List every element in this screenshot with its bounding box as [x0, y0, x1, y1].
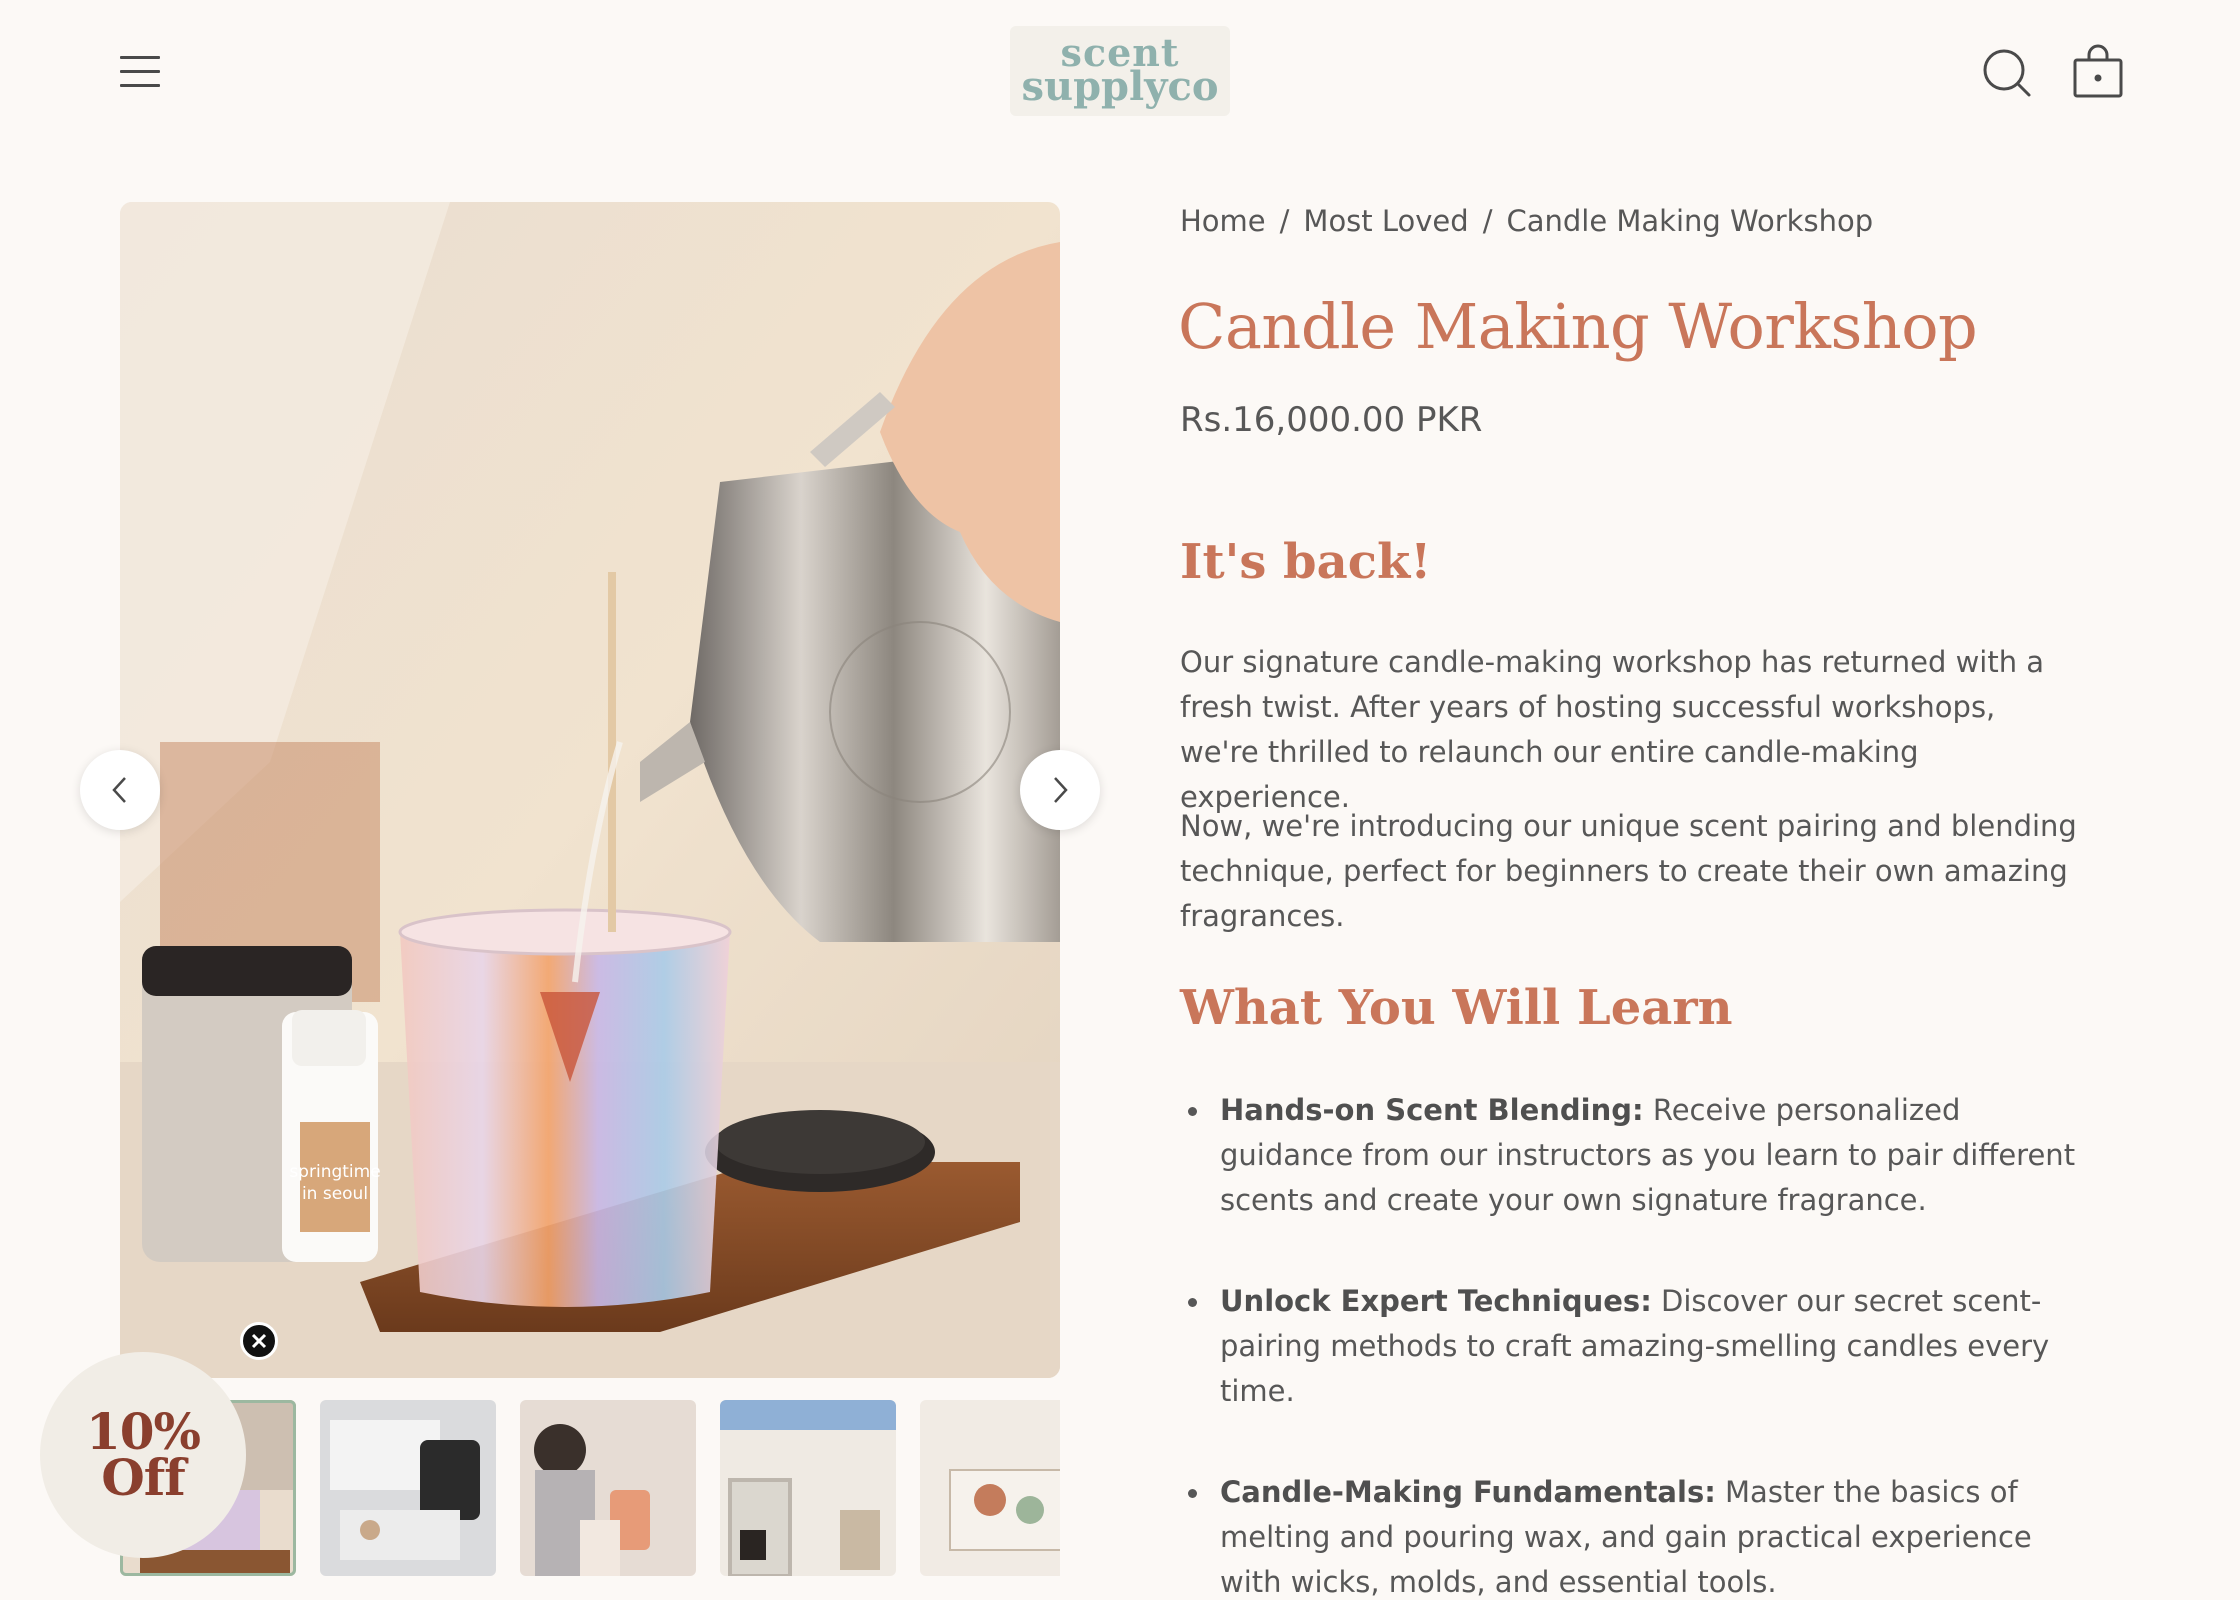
- description-paragraph-1: Our signature candle-making workshop has…: [1180, 645, 2045, 814]
- thumbnail-4[interactable]: [720, 1400, 896, 1576]
- search-icon[interactable]: [1982, 48, 2032, 98]
- bottle-label-2: in seoul: [302, 1184, 368, 1204]
- close-icon: [251, 1333, 267, 1349]
- bottle-label-1: springtime: [289, 1162, 380, 1182]
- hamburger-menu-icon[interactable]: [118, 54, 162, 90]
- breadcrumb-separator: /: [1482, 204, 1493, 238]
- gallery-prev-button[interactable]: [80, 750, 160, 830]
- promo-line-2: Off: [101, 1448, 186, 1507]
- breadcrumb-home[interactable]: Home: [1180, 204, 1266, 238]
- product-price: Rs.16,000.00 PKR: [1180, 400, 1483, 440]
- thumbnail-5[interactable]: [920, 1400, 1060, 1576]
- thumbnail-2[interactable]: [320, 1400, 496, 1576]
- chevron-right-icon: [1054, 777, 1068, 803]
- discount-promo-badge[interactable]: 10% Off: [40, 1352, 246, 1558]
- breadcrumb: Home / Most Loved / Candle Making Workshop: [1180, 204, 1873, 238]
- description-paragraph-2: Now, we're introducing our unique scent …: [1180, 809, 2077, 933]
- list-item-title: Unlock Expert Techniques:: [1220, 1284, 1652, 1318]
- list-item-title: Hands-on Scent Blending:: [1220, 1093, 1644, 1127]
- promo-close-button[interactable]: [240, 1322, 278, 1360]
- list-item-title: Candle-Making Fundamentals:: [1220, 1475, 1716, 1509]
- breadcrumb-most-loved[interactable]: Most Loved: [1303, 204, 1468, 238]
- list-item: Hands-on Scent Blending: Receive persona…: [1180, 1088, 2100, 1223]
- thumbnail-3[interactable]: [520, 1400, 696, 1576]
- site-logo[interactable]: scent supplyco: [1010, 26, 1230, 116]
- chevron-left-icon: [112, 777, 126, 803]
- section-heading-its-back: It's back!: [1180, 534, 1432, 590]
- product-page: scent supplyco springtime in seoul 10% O…: [0, 0, 2240, 1600]
- section-heading-what-you-will-learn: What You Will Learn: [1180, 980, 1733, 1036]
- list-item: Unlock Expert Techniques: Discover our s…: [1180, 1279, 2100, 1414]
- logo-line-2: supplyco: [1021, 63, 1219, 110]
- product-main-image[interactable]: springtime in seoul: [120, 202, 1060, 1378]
- breadcrumb-separator: /: [1279, 204, 1290, 238]
- shopping-bag-icon[interactable]: [2072, 44, 2124, 100]
- product-title: Candle Making Workshop: [1178, 290, 1978, 363]
- list-item: Candle-Making Fundamentals: Master the b…: [1180, 1470, 2100, 1600]
- thumbnail-strip: [120, 1400, 1060, 1576]
- gallery-next-button[interactable]: [1020, 750, 1100, 830]
- learn-list: Hands-on Scent Blending: Receive persona…: [1180, 1088, 2100, 1600]
- breadcrumb-current: Candle Making Workshop: [1506, 204, 1874, 238]
- candle-pouring-photo: springtime in seoul: [120, 202, 1060, 1378]
